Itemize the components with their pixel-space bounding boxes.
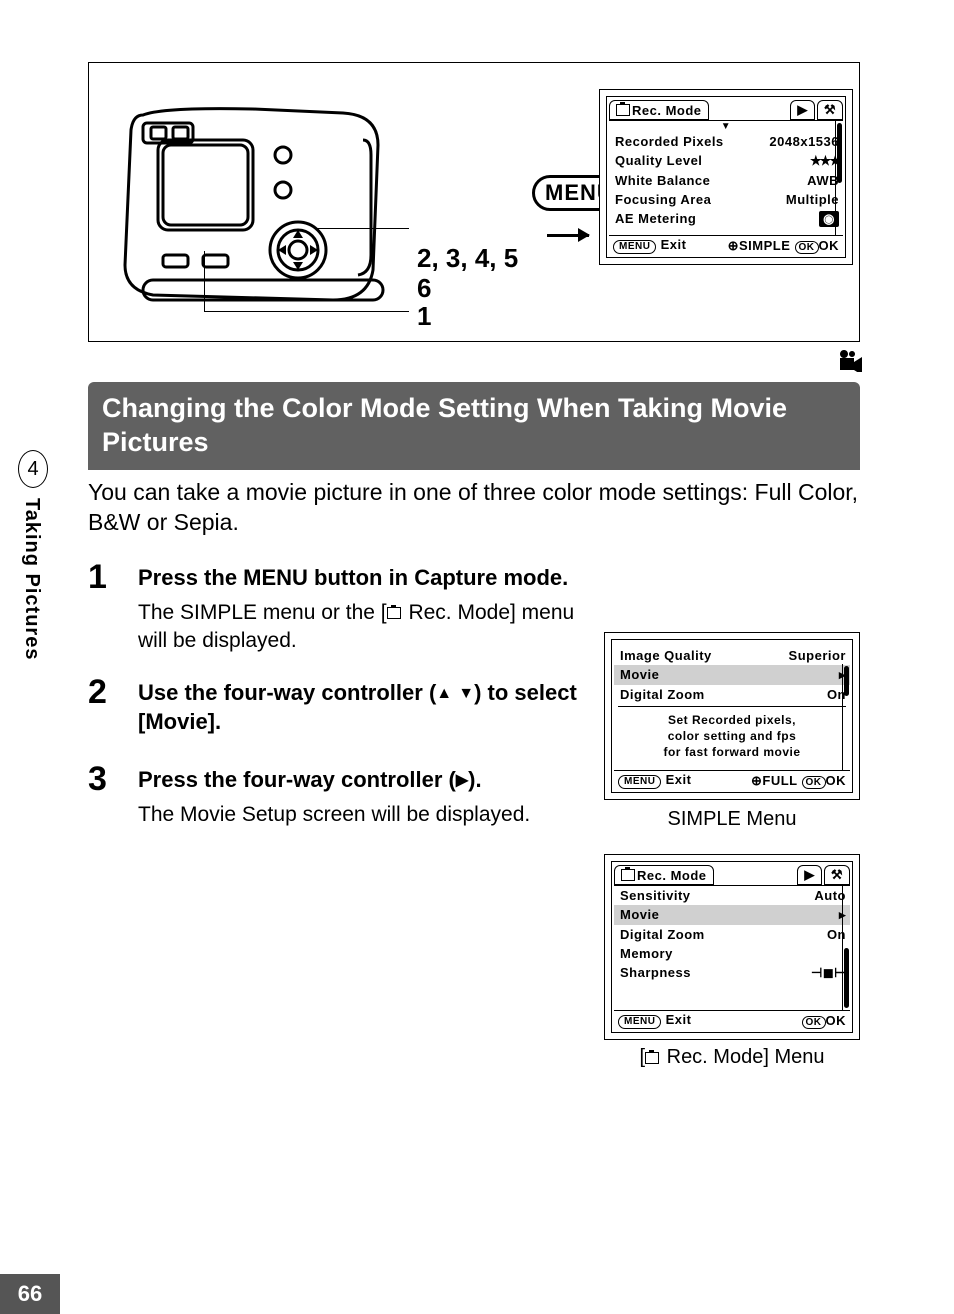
- callout-steps-a: 2, 3, 4, 5: [417, 243, 518, 274]
- camera-illustration: [103, 85, 403, 335]
- step-instruction: Press the MENU button in Capture mode.: [138, 564, 588, 593]
- ok-pill: OK: [802, 1016, 826, 1029]
- step-item: 2 Use the four-way controller (▲ ▼) to s…: [88, 673, 588, 742]
- lcd-row: AE Metering◉: [609, 209, 843, 229]
- lcd-rec-mode-top: Rec. Mode ▶ ⚒ ▼ Recorded Pixels2048x1536…: [599, 89, 853, 265]
- setup-tab-icon: ⚒: [817, 100, 843, 120]
- lcd-row: White BalanceAWB: [609, 171, 843, 190]
- up-triangle-icon: ▲: [436, 684, 452, 705]
- lcd-scrollbar: [842, 886, 850, 1010]
- lcd-caption-simple: SIMPLE Menu: [604, 808, 860, 831]
- lcd-footer: MENU Exit ⊕SIMPLE OKOK: [609, 235, 843, 255]
- lcd-footer: MENU Exit OKOK: [614, 1010, 850, 1030]
- step-number: 2: [88, 673, 138, 742]
- lcd-row: Digital ZoomOn: [614, 925, 850, 944]
- lcd-tab-title: Rec. Mode: [637, 868, 707, 883]
- right-triangle-icon: ▶: [456, 771, 468, 792]
- lcd-scrollbar: [842, 664, 850, 770]
- play-tab-icon: ▶: [790, 100, 815, 120]
- lcd-simple-menu: Image QualitySuperior Movie▸ Digital Zoo…: [604, 632, 860, 800]
- movie-mode-icon: [838, 350, 864, 379]
- zoom-icon: ⊕: [728, 238, 739, 253]
- zoom-icon: ⊕: [751, 773, 762, 788]
- lcd-footer: MENU Exit ⊕FULL OKOK: [614, 770, 850, 790]
- step-description: The SIMPLE menu or the [ Rec. Mode] menu…: [138, 599, 588, 656]
- sharpness-slider-icon: ⊣◼⊢: [811, 965, 846, 981]
- step-number: 3: [88, 760, 138, 829]
- lcd-row-selected: Movie▸: [614, 665, 850, 685]
- step-item: 1 Press the MENU button in Capture mode.…: [88, 558, 588, 655]
- step-description: The Movie Setup screen will be displayed…: [138, 801, 530, 829]
- ok-pill: OK: [802, 776, 826, 789]
- callout-line: [204, 251, 205, 311]
- lcd-tab-active: Rec. Mode: [614, 865, 714, 885]
- lcd-caption-rec: [ Rec. Mode] Menu: [604, 1046, 860, 1069]
- section-heading: Changing the Color Mode Setting When Tak…: [88, 382, 860, 470]
- callout-line: [317, 228, 409, 229]
- callout-steps-b: 6: [417, 273, 431, 304]
- callout-line: [204, 311, 409, 312]
- camera-icon: [387, 607, 401, 619]
- lcd-row: Recorded Pixels2048x1536: [609, 132, 843, 151]
- down-triangle-icon: ▼: [458, 684, 474, 705]
- arrow-right-icon: [547, 211, 589, 245]
- ok-pill: OK: [795, 241, 819, 254]
- lcd-row: Image QualitySuperior: [614, 646, 850, 665]
- step-number: 1: [88, 558, 138, 655]
- lcd-row-selected: Movie▸: [614, 905, 850, 925]
- chapter-number-badge: 4: [18, 450, 48, 488]
- callout-step-c: 1: [417, 301, 431, 332]
- step-instruction: Use the four-way controller (▲ ▼) to sel…: [138, 679, 588, 736]
- menu-pill: MENU: [613, 240, 656, 254]
- chevron-down-icon: ▼: [609, 121, 843, 132]
- step-instruction: Press the four-way controller (▶).: [138, 766, 530, 795]
- illustration-panel: MENU 2, 3, 4, 5 6 1 Rec. Mode ▶ ⚒ ▼ Reco…: [88, 62, 860, 342]
- lcd-tab-row: Rec. Mode ▶ ⚒: [614, 864, 850, 886]
- chapter-label: Taking Pictures: [20, 498, 43, 660]
- lcd-rec-mode-menu: Rec. Mode ▶ ⚒ SensitivityAuto Movie▸ Dig…: [604, 854, 860, 1040]
- camera-icon: [645, 1052, 659, 1064]
- lcd-row: Focusing AreaMultiple: [609, 190, 843, 209]
- lcd-tab-active: Rec. Mode: [609, 100, 709, 120]
- step-item: 3 Press the four-way controller (▶). The…: [88, 760, 588, 829]
- lcd-row: SensitivityAuto: [614, 886, 850, 905]
- menu-pill: MENU: [618, 775, 661, 789]
- lcd-row: Quality Level★★★: [609, 151, 843, 171]
- setup-tab-icon: ⚒: [824, 865, 850, 885]
- lcd-scrollbar: [835, 121, 843, 235]
- lcd-row: Sharpness⊣◼⊢: [614, 963, 850, 983]
- lcd-tab-title: Rec. Mode: [632, 103, 702, 118]
- lcd-row: Digital ZoomOn: [614, 685, 850, 704]
- steps-list: 1 Press the MENU button in Capture mode.…: [88, 540, 588, 829]
- lcd-hint-text: Set Recorded pixels, color setting and f…: [614, 709, 850, 764]
- camera-icon: [616, 104, 630, 116]
- lcd-tab-row: Rec. Mode ▶ ⚒: [609, 99, 843, 121]
- play-tab-icon: ▶: [797, 865, 822, 885]
- page-number: 66: [0, 1274, 60, 1314]
- menu-pill: MENU: [618, 1015, 661, 1029]
- lcd-row: Memory: [614, 944, 850, 963]
- intro-paragraph: You can take a movie picture in one of t…: [88, 478, 860, 538]
- manual-page: 4 Taking Pictures: [0, 0, 954, 1314]
- camera-icon: [621, 869, 635, 881]
